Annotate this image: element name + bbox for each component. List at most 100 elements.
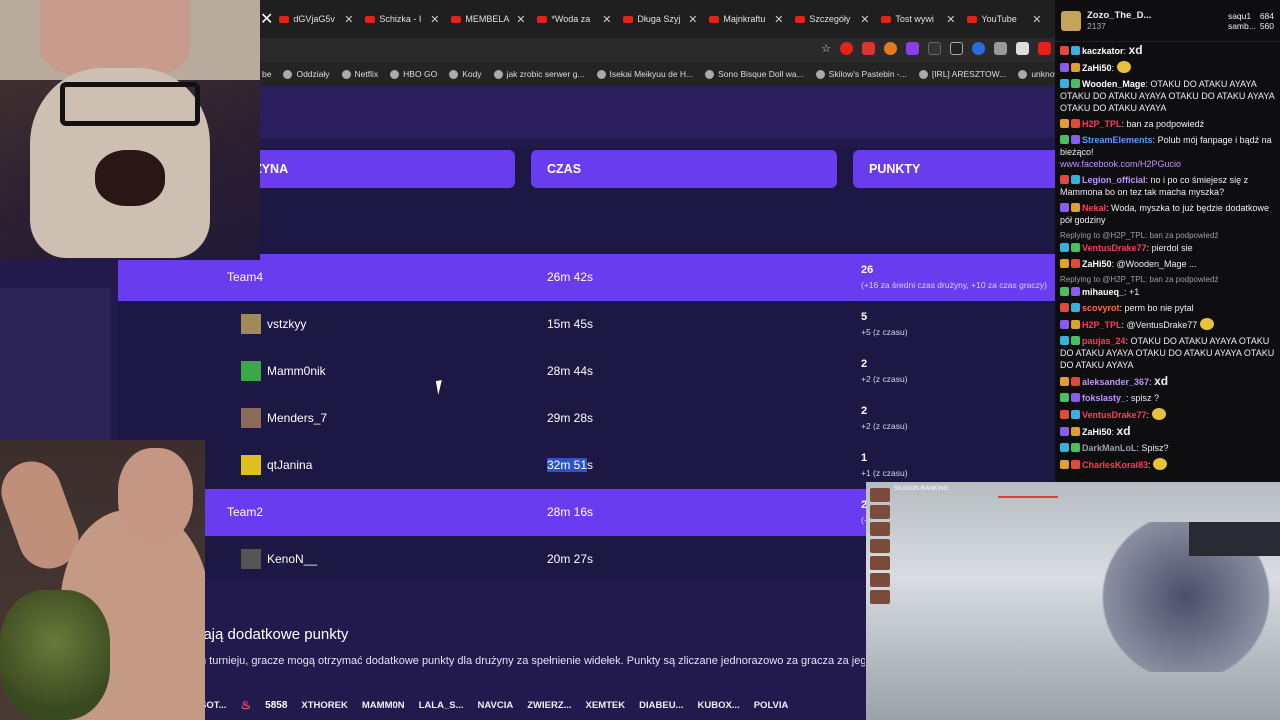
chat-username[interactable]: Legion_official [1082, 175, 1146, 185]
bookmark-label: HBO GO [403, 69, 438, 79]
gift-icon [1061, 10, 1081, 31]
chat-username[interactable]: CharlesKorai83 [1082, 460, 1148, 470]
bookmark-item[interactable]: HBO GO [390, 69, 437, 79]
star-icon[interactable]: ☆ [821, 42, 831, 55]
ticker-chip[interactable]: LALA_S... [419, 700, 464, 711]
browser-tab[interactable]: Długa Szyj ✕ [617, 0, 703, 38]
chat-text: @VentusDrake77 [1126, 320, 1198, 330]
chat-username[interactable]: Wooden_Mage [1082, 79, 1145, 89]
tab-close-icon[interactable]: ✕ [860, 13, 869, 26]
leader-name[interactable]: saqu1 [1228, 11, 1256, 21]
bookmark-item[interactable]: Oddziały [283, 69, 330, 79]
bookmark-item[interactable]: Isekai Meikyuu de H... [596, 69, 693, 79]
ticker-chip[interactable]: ZWIERZ... [527, 700, 571, 711]
ext-icon[interactable] [950, 42, 963, 55]
chat-username[interactable]: kaczkator [1082, 46, 1124, 56]
team-row[interactable]: Team4 26m 42s 26 (+16 za średni czas drużyn… [118, 254, 1055, 301]
player-name: vstzkyy [267, 317, 307, 331]
ext-icon[interactable] [928, 42, 941, 55]
ext-icon[interactable] [1016, 42, 1029, 55]
tab-close-icon[interactable]: ✕ [260, 9, 273, 29]
ticker-chip[interactable]: NAVCIA [478, 700, 514, 711]
chat-username[interactable]: VentusDrake77 [1082, 243, 1147, 253]
ticker-chip[interactable]: XEMTEK [586, 700, 626, 711]
player-row[interactable]: Mamm0nik 28m 44s 2 +2 (z czasu) [118, 348, 1055, 395]
player-name: Menders_7 [267, 411, 328, 425]
chat-text: perm bo nie pytal [1124, 303, 1194, 313]
ext-icon[interactable] [862, 42, 875, 55]
ticker-chip[interactable]: MAMM0N [362, 700, 405, 711]
bookmark-item[interactable]: [IRL] ARESZTOW... [918, 69, 1006, 79]
chat-leaderboard: saqu1 684 samb... 560 [1228, 11, 1274, 31]
chat-badge-icon [1071, 460, 1080, 469]
chat-username[interactable]: ZaHi50 [1082, 427, 1112, 437]
browser-tab[interactable]: MEMBELA ✕ [445, 0, 531, 38]
chat-link[interactable]: www.facebook.com/H2PGucio [1060, 159, 1181, 169]
tab-close-icon[interactable]: ✕ [1032, 13, 1041, 26]
browser-tab[interactable]: Szczegóły ✕ [789, 0, 875, 38]
browser-tab[interactable]: dGVjaG5v ✕ [273, 0, 359, 38]
chat-username[interactable]: StreamElements [1082, 135, 1153, 145]
chat-username[interactable]: H2P_TPL [1082, 320, 1122, 330]
chat-username[interactable]: VentusDrake77 [1082, 410, 1147, 420]
chat-badge-icon [1071, 243, 1080, 252]
bookmark-item[interactable]: Kody [449, 69, 482, 79]
chat-username[interactable]: mihaueq_ [1082, 287, 1124, 297]
chat-username[interactable]: H2P_TPL [1082, 119, 1122, 129]
player-name: KenoN__ [267, 552, 318, 566]
bookmark-item[interactable]: be [262, 69, 271, 79]
browser-tab[interactable]: Schizka - I ✕ [359, 0, 445, 38]
chat-badge-icon [1071, 377, 1080, 386]
bookmark-favicon-icon [493, 69, 503, 79]
tab-close-icon[interactable]: ✕ [602, 13, 611, 26]
chat-messages: kaczkator: xd ZaHi50: Wooden_Mage: OTAKU … [1055, 42, 1280, 473]
leader-name[interactable]: samb... [1228, 21, 1256, 31]
tab-close-icon[interactable]: ✕ [344, 13, 353, 26]
youtube-ext-icon[interactable] [840, 42, 853, 55]
time-value: 29m 28s [547, 411, 594, 425]
bookmark-favicon-icon [705, 69, 715, 79]
health-bar [998, 496, 1058, 498]
bookmark-item[interactable]: Netflix [341, 69, 378, 79]
browser-tab[interactable]: Tost wywi ✕ [875, 0, 961, 38]
ext-icon[interactable] [884, 42, 897, 55]
chat-message: kaczkator: xd [1055, 42, 1280, 59]
chat-username[interactable]: paujas_24 [1082, 336, 1126, 346]
tab-close-icon[interactable]: ✕ [688, 13, 697, 26]
address-bar[interactable]: ☆ [260, 38, 1055, 62]
chat-username[interactable]: scovyrot [1082, 303, 1120, 313]
ticker-chip[interactable]: DIABEU... [639, 700, 683, 711]
top-gifter-name[interactable]: Zozo_The_D... [1087, 10, 1151, 21]
bookmark-item[interactable]: Sono Bisque Doll wa... [705, 69, 804, 79]
tab-close-icon[interactable]: ✕ [946, 13, 955, 26]
points-value: 2 [861, 405, 868, 417]
browser-tab[interactable]: *Woda za ✕ [531, 0, 617, 38]
chat-username[interactable]: aleksander_367 [1082, 377, 1149, 387]
ext-icon[interactable] [972, 42, 985, 55]
chat-username[interactable]: ZaHi50 [1082, 63, 1112, 73]
browser-tab[interactable]: Majnkraftu ✕ [703, 0, 789, 38]
player-row[interactable]: Menders_7 29m 28s 2 +2 (z czasu) [118, 395, 1055, 442]
browser-tab[interactable]: YouTube ✕ [961, 0, 1047, 38]
bookmark-item[interactable]: unknown.p [1018, 69, 1055, 79]
ext-icon[interactable] [1038, 42, 1051, 55]
ext-icon[interactable] [994, 42, 1007, 55]
column-time[interactable]: CZAS [531, 150, 837, 188]
chat-message: CharlesKorai83: [1055, 456, 1280, 473]
ticker-chip[interactable]: POLVIA [754, 700, 789, 711]
chat-username[interactable]: DarkManLoL [1082, 443, 1137, 453]
player-row[interactable]: vstzkyy 15m 45s 5 +5 (z czasu) [118, 301, 1055, 348]
tab-close-icon[interactable]: ✕ [430, 13, 439, 26]
tab-close-icon[interactable]: ✕ [516, 13, 525, 26]
chat-username[interactable]: ZaHi50 [1082, 259, 1112, 269]
chat-badge-icon [1071, 303, 1080, 312]
bookmark-item[interactable]: Skilow's Pastebin -... [815, 69, 907, 79]
tab-close-icon[interactable]: ✕ [774, 13, 783, 26]
ticker-chip[interactable]: XTHOREK [301, 700, 347, 711]
chat-username[interactable]: Nekal [1082, 203, 1106, 213]
ext-icon[interactable] [906, 42, 919, 55]
ticker-chip[interactable]: KUBOX... [697, 700, 739, 711]
column-points[interactable]: PUNKTY [853, 150, 1055, 188]
chat-username[interactable]: fokslasty_ [1082, 393, 1126, 403]
bookmark-item[interactable]: jak zrobic serwer g... [493, 69, 585, 79]
